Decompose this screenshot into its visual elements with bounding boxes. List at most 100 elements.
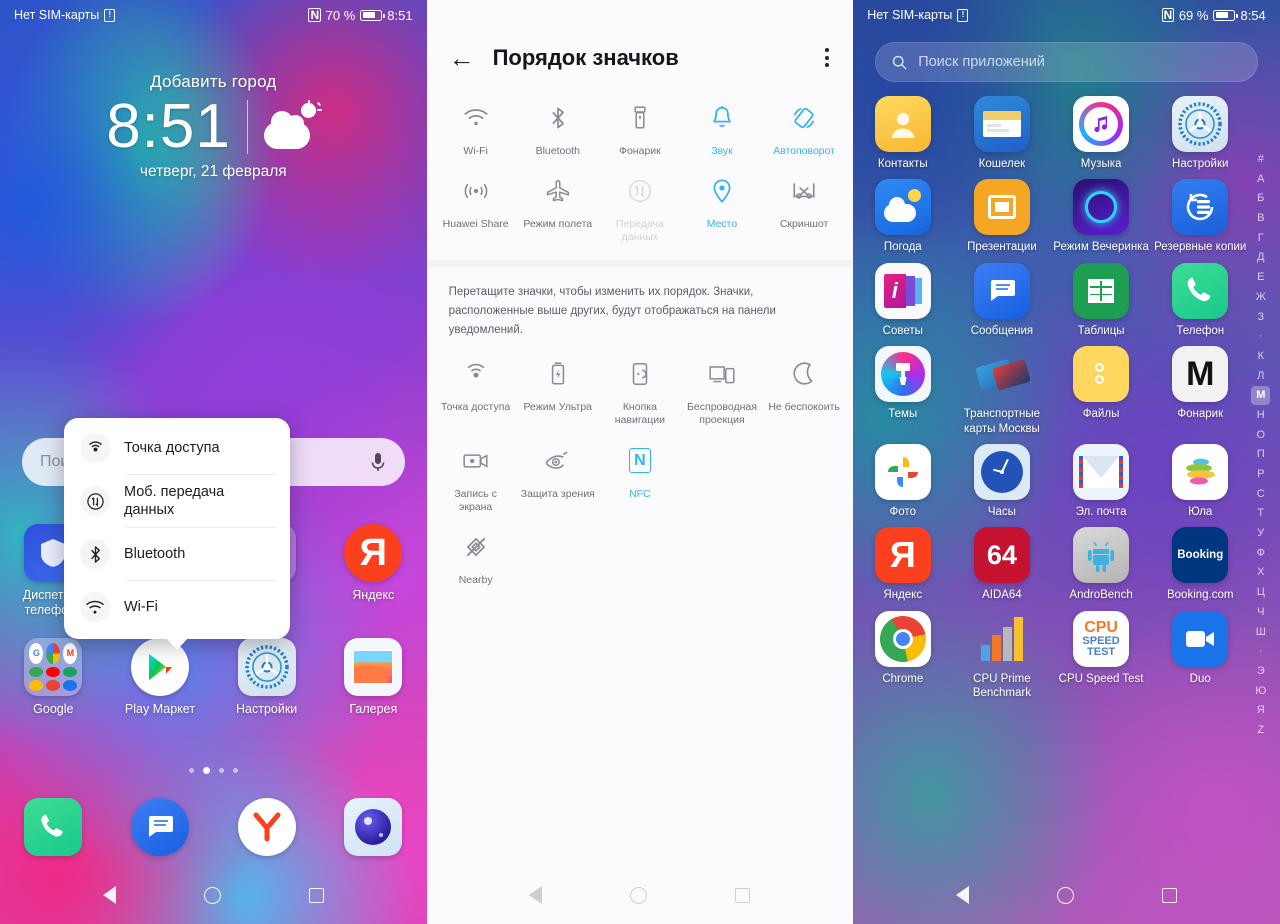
drawer-app-messages[interactable]: Сообщения — [952, 262, 1051, 346]
toggle-screenshot[interactable]: Скриншот — [763, 162, 845, 248]
popup-item-wifi[interactable]: Wi-Fi — [64, 581, 290, 633]
toggle-location[interactable]: Место — [681, 162, 763, 248]
drawer-app-booking[interactable]: Booking Booking.com — [1151, 527, 1250, 610]
toggle-auto-rotate[interactable]: Автоповорот — [763, 89, 845, 162]
drawer-app-contacts[interactable]: Контакты — [853, 96, 952, 179]
index-letter[interactable]: Д — [1251, 248, 1270, 267]
toggle-nearby[interactable]: Nearby — [435, 518, 517, 591]
popup-item-bluetooth[interactable]: Bluetooth — [64, 528, 290, 580]
drawer-app-aida64[interactable]: 64 AIDA64 — [952, 527, 1051, 610]
toggle-bluetooth[interactable]: Bluetooth — [517, 89, 599, 162]
index-letter[interactable]: Р — [1251, 465, 1270, 484]
overflow-menu-icon[interactable] — [823, 44, 831, 71]
dock-app-camera[interactable] — [320, 798, 427, 856]
toggle-huawei-share[interactable]: Huawei Share — [435, 162, 517, 248]
index-letter[interactable]: Ф — [1251, 544, 1270, 563]
drawer-app-music[interactable]: Музыка — [1052, 96, 1151, 179]
index-letter[interactable]: Ц — [1251, 583, 1270, 602]
index-letter[interactable]: Б — [1251, 189, 1270, 208]
index-letter[interactable]: О — [1251, 426, 1270, 445]
home-icon[interactable] — [630, 886, 648, 904]
back-icon[interactable] — [955, 886, 969, 904]
toggle-hotspot[interactable]: Точка доступа — [435, 345, 517, 431]
drawer-app-androbench[interactable]: AndroBench — [1052, 527, 1151, 610]
drawer-app-transport-cards[interactable]: Транспортные карты Москвы — [952, 346, 1051, 444]
toggle-nav-button[interactable]: Кнопка навигации — [599, 345, 681, 431]
index-letter[interactable]: А — [1251, 170, 1270, 189]
drawer-app-tips[interactable]: i Советы — [853, 262, 952, 346]
index-letter[interactable]: Ю — [1251, 682, 1270, 701]
back-icon[interactable] — [529, 886, 543, 904]
home-icon[interactable] — [1056, 886, 1074, 904]
index-letter[interactable]: Е — [1251, 268, 1270, 287]
index-letter[interactable]: Ч — [1251, 603, 1270, 622]
toggle-airplane-mode[interactable]: Режим полета — [517, 162, 599, 248]
toggle-wifi[interactable]: Wi-Fi — [435, 89, 517, 162]
toggle-screen-record[interactable]: Запись с экрана — [435, 432, 517, 518]
toggle-mobile-data[interactable]: Передача данных — [599, 162, 681, 248]
popup-item-mobile-data[interactable]: Моб. передача данных — [64, 475, 290, 527]
drawer-app-files[interactable]: Файлы — [1052, 346, 1151, 444]
home-app-gallery[interactable]: Галерея — [320, 638, 427, 717]
popup-item-hotspot[interactable]: Точка доступа — [64, 422, 290, 474]
add-city-label[interactable]: Добавить город — [0, 72, 427, 92]
recents-icon[interactable] — [1161, 887, 1177, 903]
index-letter-selected[interactable]: М — [1251, 386, 1271, 405]
toggle-nfc[interactable]: N NFC — [599, 432, 681, 518]
back-icon[interactable] — [102, 886, 116, 904]
drawer-app-phone[interactable]: Телефон — [1151, 262, 1250, 346]
index-letter[interactable]: В — [1251, 209, 1270, 228]
dock-app-messages[interactable] — [107, 798, 214, 856]
index-letter[interactable]: Т — [1251, 504, 1270, 523]
index-letter[interactable]: П — [1251, 445, 1270, 464]
drawer-app-yula[interactable]: Юла — [1151, 443, 1250, 527]
dock-app-yandex-browser[interactable] — [213, 798, 320, 856]
home-folder-google[interactable]: G M Google — [0, 638, 107, 717]
toggle-wireless-projection[interactable]: Беспроводная проекция — [681, 345, 763, 431]
index-letter[interactable]: # — [1251, 150, 1270, 169]
drawer-app-themes[interactable]: Темы — [853, 346, 952, 444]
alphabet-index[interactable]: # А Б В Г Д Е Ж З · К Л М Н О П Р С Т У … — [1248, 150, 1274, 740]
drawer-app-duo[interactable]: Duo — [1151, 610, 1250, 709]
index-letter[interactable]: С — [1251, 485, 1270, 504]
home-app-play-store[interactable]: Play Маркет — [107, 638, 214, 717]
index-letter[interactable]: З — [1251, 308, 1270, 327]
home-icon[interactable] — [203, 886, 221, 904]
drawer-app-yandex[interactable]: Я Яндекс — [853, 527, 952, 610]
dock-app-phone[interactable] — [0, 798, 107, 856]
toggle-sound[interactable]: Звук — [681, 89, 763, 162]
index-letter[interactable]: Z — [1251, 721, 1270, 740]
page-dot[interactable] — [188, 768, 194, 773]
drawer-app-backup[interactable]: Резервные копии — [1151, 179, 1250, 262]
index-letter[interactable]: У — [1251, 524, 1270, 543]
page-dot[interactable] — [218, 768, 224, 773]
microphone-icon[interactable] — [369, 450, 387, 474]
drawer-app-sheets[interactable]: Таблицы — [1052, 262, 1151, 346]
weather-clock-widget[interactable]: Добавить город 8:51 четверг, 21 февраля — [0, 72, 427, 181]
drawer-app-email[interactable]: Эл. почта — [1052, 443, 1151, 527]
drawer-app-cpu-speed[interactable]: CPU SPEED TEST CPU Speed Test — [1052, 610, 1151, 709]
drawer-app-settings[interactable]: Настройки — [1151, 96, 1250, 179]
home-app-yandex[interactable]: Я Яндекс — [320, 524, 427, 618]
drawer-app-flashlight[interactable]: M Фонарик — [1151, 346, 1250, 444]
arrow-left-icon[interactable]: ← — [449, 45, 475, 71]
toggle-flashlight[interactable]: Фонарик — [599, 89, 681, 162]
index-letter[interactable]: Я — [1251, 701, 1270, 720]
page-dot[interactable] — [232, 768, 238, 773]
drawer-app-chrome[interactable]: Chrome — [853, 610, 952, 709]
index-letter[interactable]: Х — [1251, 563, 1270, 582]
index-letter[interactable]: Н — [1251, 406, 1270, 425]
recents-icon[interactable] — [735, 887, 751, 903]
drawer-app-weather[interactable]: Погода — [853, 179, 952, 262]
index-letter[interactable]: Ш — [1251, 623, 1270, 642]
drawer-app-clock[interactable]: Часы — [952, 443, 1051, 527]
app-search-input[interactable]: Поиск приложений — [875, 42, 1258, 82]
index-letter[interactable]: Л — [1251, 367, 1270, 386]
drawer-app-cpu-prime[interactable]: CPU Prime Benchmark — [952, 611, 1051, 709]
index-letter[interactable]: · — [1251, 642, 1270, 661]
drawer-app-party-mode[interactable]: Режим Вечеринка — [1052, 179, 1151, 262]
drawer-app-photos[interactable]: Фото — [853, 443, 952, 527]
index-letter[interactable]: Г — [1251, 229, 1270, 248]
toggle-ultra-power[interactable]: Режим Ультра — [517, 345, 599, 431]
toggle-do-not-disturb[interactable]: Не беспокоить — [763, 345, 845, 431]
